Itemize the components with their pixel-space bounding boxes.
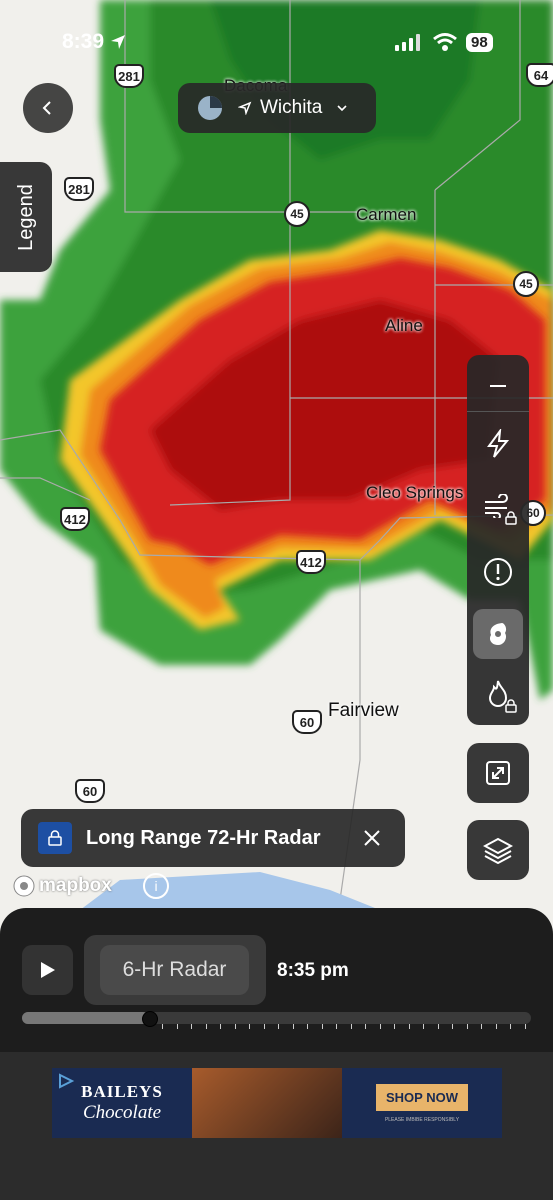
status-time-group: 8:39 [62, 28, 128, 56]
lightning-layer-button[interactable] [473, 419, 523, 469]
ad-sub: Chocolate [82, 1102, 162, 1123]
ad-brand: BAILEYS [81, 1082, 163, 1101]
us-route-shield: 281 [114, 64, 144, 88]
map-layer-toolbar [467, 355, 529, 725]
timeline-tick [350, 1024, 352, 1029]
ad-area: BAILEYS Chocolate SHOP NOW PLEASE IMBIBE… [0, 1052, 553, 1200]
timeline-track[interactable] [22, 1011, 531, 1029]
timeline-tick [336, 1024, 337, 1029]
us-route-shield: 281 [64, 177, 94, 201]
mapbox-attribution: mapbox [12, 874, 112, 898]
layers-icon [483, 837, 513, 864]
timeline-tick [278, 1024, 279, 1029]
city-label-cleo-springs: Cleo Springs [366, 483, 464, 502]
timeline-tick [321, 1024, 323, 1029]
play-icon [40, 962, 55, 978]
mapbox-logo-icon [13, 875, 35, 897]
timeline-tick [162, 1024, 163, 1029]
hurricane-layer-button[interactable] [473, 609, 523, 659]
alert-icon [484, 558, 512, 586]
info-icon[interactable]: i [143, 873, 169, 899]
wind-layer-button[interactable] [473, 481, 523, 531]
timeline-tick [220, 1024, 221, 1029]
chevron-down-icon [337, 105, 347, 112]
us-route-shield: 64 [526, 63, 553, 87]
radar-sweep-icon [198, 96, 222, 120]
timeline-tick [205, 1024, 207, 1029]
expand-icon [486, 761, 510, 785]
timeline-tick [249, 1024, 250, 1029]
timeline-tick [307, 1024, 308, 1029]
collapse-toolbar-button[interactable] [473, 361, 523, 411]
timeline-scrubber[interactable] [142, 1011, 159, 1027]
timeline-tick [423, 1024, 424, 1029]
wifi-icon [433, 33, 457, 51]
timeline-tick [466, 1024, 468, 1029]
city-label-fairview: Fairview [328, 700, 399, 721]
ad-fine-print: PLEASE IMBIBE RESPONSIBLY [384, 1116, 460, 1123]
city-label-carmen: Carmen [356, 205, 417, 224]
timeline-tick [365, 1024, 366, 1029]
battery-indicator: 98 [466, 32, 493, 52]
cellular-signal-icon [395, 34, 420, 51]
fullscreen-button[interactable] [467, 743, 529, 803]
timeline-tick [524, 1024, 526, 1029]
ad-cta-block: SHOP NOW PLEASE IMBIBE RESPONSIBLY [342, 1068, 502, 1138]
location-name: Wichita [260, 97, 323, 118]
timeline-tick [495, 1024, 497, 1029]
ad-cta-button[interactable]: SHOP NOW [376, 1083, 468, 1111]
legend-label: Legend [14, 183, 37, 251]
timeline-tick [191, 1024, 192, 1029]
lightning-icon [487, 429, 510, 458]
timeline-tick [292, 1024, 294, 1029]
location-arrow-icon [111, 35, 126, 49]
minus-icon [490, 385, 506, 387]
state-route-shield: 45 [284, 201, 310, 227]
close-icon[interactable] [363, 829, 381, 847]
ad-product-image [192, 1068, 342, 1138]
radar-mode-selector[interactable]: 6-Hr Radar [84, 935, 266, 1005]
long-range-radar-promo[interactable]: Long Range 72-Hr Radar [21, 809, 405, 867]
fire-layer-button[interactable] [473, 669, 523, 719]
legend-tab[interactable]: Legend [0, 162, 52, 272]
location-arrow-icon [238, 101, 252, 115]
status-icons: 98 [394, 28, 493, 56]
lock-icon [48, 830, 62, 846]
chevron-left-icon [42, 101, 51, 115]
timeline-tick [437, 1024, 439, 1029]
us-route-shield: 412 [60, 507, 90, 531]
alerts-layer-button[interactable] [473, 547, 523, 597]
timeline-tick [176, 1024, 178, 1029]
us-route-shield: 60 [75, 779, 105, 803]
timeline-tick [510, 1024, 511, 1029]
hurricane-icon [489, 623, 507, 645]
back-button[interactable] [23, 83, 73, 133]
radar-mode-label: 6-Hr Radar [100, 945, 249, 995]
us-route-shield: 60 [292, 710, 322, 734]
lock-icon [505, 699, 517, 713]
timeline-progress [22, 1012, 150, 1024]
location-selector[interactable]: Wichita [178, 83, 376, 133]
us-route-shield: 412 [296, 550, 326, 574]
timeline-tick [234, 1024, 236, 1029]
divider [467, 411, 529, 412]
ad-choices-icon[interactable] [57, 1072, 75, 1090]
play-button[interactable] [22, 945, 73, 995]
timeline-tick [452, 1024, 453, 1029]
timeline-tick [263, 1024, 265, 1029]
city-label-aline: Aline [385, 316, 423, 335]
playback-time: 8:35 pm [277, 960, 349, 981]
lock-badge [38, 822, 72, 854]
map-layers-button[interactable] [467, 820, 529, 880]
timeline-tick [481, 1024, 482, 1029]
timeline-tick [394, 1024, 395, 1029]
state-route-shield: 45 [513, 271, 539, 297]
timeline-tick [379, 1024, 381, 1029]
promo-label: Long Range 72-Hr Radar [86, 826, 321, 849]
lock-icon [505, 511, 517, 525]
mapbox-label: mapbox [39, 875, 112, 896]
ad-banner[interactable]: BAILEYS Chocolate SHOP NOW PLEASE IMBIBE… [52, 1068, 502, 1138]
timeline-tick [408, 1024, 410, 1029]
status-time: 8:39 [62, 30, 105, 53]
